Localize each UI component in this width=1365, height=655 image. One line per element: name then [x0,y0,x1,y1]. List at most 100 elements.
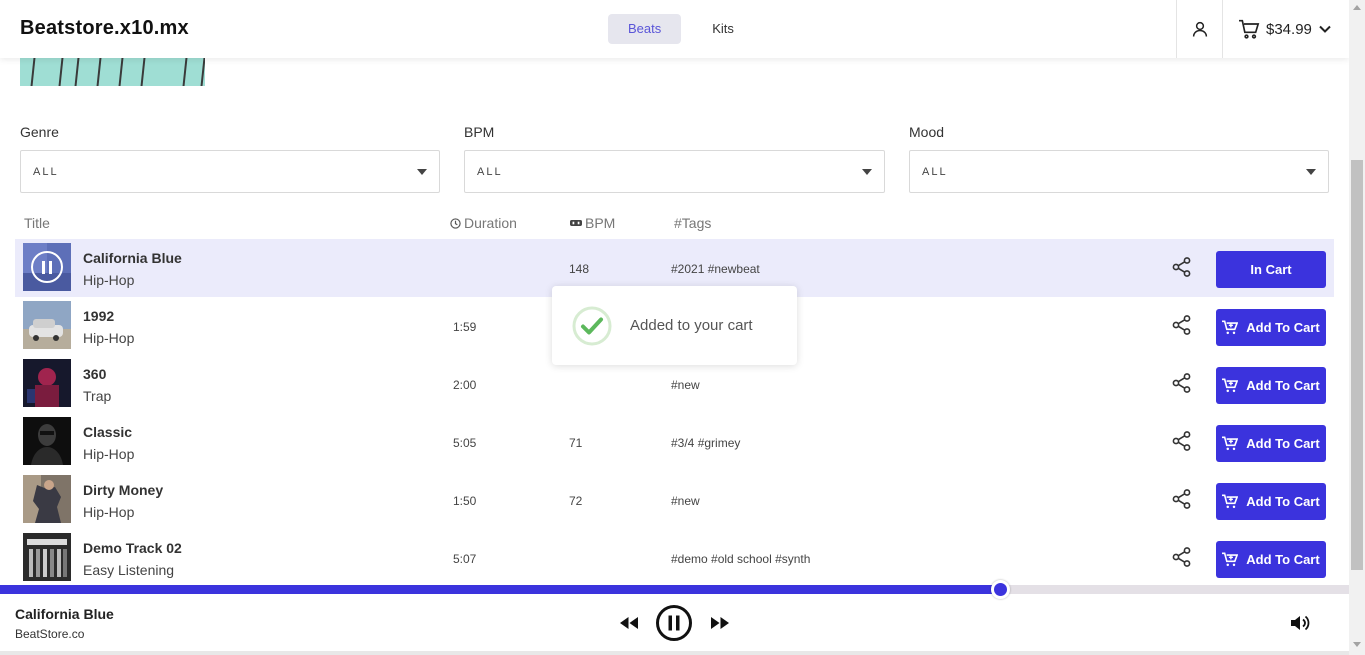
bpm-select-value: ALL [477,165,503,178]
scroll-down-icon[interactable] [1353,642,1361,647]
share-icon[interactable] [1171,488,1193,510]
metronome-icon [570,220,582,226]
user-icon [1192,21,1208,37]
page-scrollbar[interactable] [1349,0,1365,655]
track-artwork[interactable] [23,359,71,407]
track-genre: Hip-Hop [83,446,135,462]
share-icon[interactable] [1171,372,1193,394]
track-title[interactable]: Classic [83,424,132,440]
add-to-cart-label: Add To Cart [1246,552,1320,567]
track-tags[interactable]: #3/4 #grimey [671,436,740,450]
track-title[interactable]: California Blue [83,250,182,266]
track-duration: 5:07 [453,552,477,566]
track-bpm: 72 [569,494,583,508]
bpm-select[interactable]: ALL [464,150,885,193]
volume-icon[interactable] [1288,612,1310,634]
track-title[interactable]: 360 [83,366,106,382]
cart-plus-icon [1222,378,1239,393]
cart-plus-icon [1222,552,1239,567]
add-to-cart-button[interactable]: Add To Cart [1216,541,1326,578]
track-artwork[interactable] [23,475,71,523]
fast-forward-icon[interactable] [709,612,731,634]
tab-beats[interactable]: Beats [608,14,682,44]
header-divider [1222,0,1223,58]
caret-down-icon [1306,168,1316,175]
track-genre: Trap [83,388,112,404]
cart-button[interactable]: $34.99 [1238,0,1332,58]
track-title[interactable]: Demo Track 02 [83,540,182,556]
genre-filter: Genre ALL [20,124,440,193]
track-artwork[interactable] [23,417,71,465]
track-genre: Hip-Hop [83,504,135,520]
clock-icon [450,217,461,229]
bpm-filter: BPM ALL [464,124,885,193]
column-header-tags: #Tags [674,215,712,231]
scrollbar-thumb[interactable] [1351,160,1363,570]
share-icon[interactable] [1171,546,1193,568]
scroll-up-icon[interactable] [1353,5,1361,10]
mood-select-value: ALL [922,165,948,178]
success-check-icon [572,306,612,345]
mood-select[interactable]: ALL [909,150,1329,193]
playback-scrubber-handle[interactable] [990,580,1010,599]
table-row[interactable]: Demo Track 02 Easy Listening 5:07 #demo … [15,529,1334,587]
pause-icon[interactable] [655,604,693,642]
mood-filter: Mood ALL [909,124,1329,193]
now-playing-artist: BeatStore.co [15,627,85,641]
column-header-duration: Duration [450,215,517,231]
column-header-bpm: BPM [570,215,615,231]
add-to-cart-button[interactable]: Add To Cart [1216,367,1326,404]
genre-filter-label: Genre [20,124,59,140]
add-to-cart-label: Add To Cart [1246,436,1320,451]
column-header-bpm-label: BPM [585,215,616,231]
cart-plus-icon [1222,320,1239,335]
mood-filter-label: Mood [909,124,945,140]
top-header: Beatstore.x10.mx Beats Kits $34.99 [0,0,1349,58]
track-genre: Hip-Hop [83,272,135,288]
add-to-cart-button[interactable]: Add To Cart [1216,425,1326,462]
track-tags[interactable]: #2021 #newbeat [671,262,760,276]
table-row[interactable]: Dirty Money Hip-Hop 1:50 72 #new Add To … [15,471,1334,529]
track-artwork[interactable] [23,533,71,581]
track-artwork[interactable] [23,301,71,349]
genre-select[interactable]: ALL [20,150,440,193]
pause-button[interactable] [23,243,71,291]
track-tags[interactable]: #new [671,378,700,392]
track-tags[interactable]: #demo #old school #synth [671,552,810,566]
account-button[interactable] [1178,0,1222,58]
in-cart-button[interactable]: In Cart [1216,251,1326,288]
track-genre: Easy Listening [83,562,175,578]
cart-plus-icon [1222,494,1239,509]
playback-progress-fill [0,585,1000,594]
share-icon[interactable] [1171,256,1193,278]
app-viewport: Beatstore.x10.mx Beats Kits $34.99 Genre… [0,0,1365,655]
brand-title[interactable]: Beatstore.x10.mx [20,17,189,40]
cart-plus-icon [1222,436,1239,451]
add-to-cart-button[interactable]: Add To Cart [1216,309,1326,346]
add-to-cart-label: Add To Cart [1246,378,1320,393]
track-duration: 2:00 [453,378,477,392]
caret-down-icon [862,168,872,175]
tab-kits[interactable]: Kits [692,14,754,44]
rewind-icon[interactable] [618,612,640,634]
table-row[interactable]: Classic Hip-Hop 5:05 71 #3/4 #grimey Add… [15,413,1334,471]
genre-select-value: ALL [33,165,59,178]
header-divider [1176,0,1177,58]
add-to-cart-button[interactable]: Add To Cart [1216,483,1326,520]
cart-total: $34.99 [1266,20,1312,38]
now-playing-title[interactable]: California Blue [15,606,114,622]
share-icon[interactable] [1171,430,1193,452]
caret-down-icon [417,168,427,175]
playback-progress-bar[interactable] [0,580,1349,599]
share-icon[interactable] [1171,314,1193,336]
in-cart-button-label: In Cart [1250,262,1292,277]
banner-image [20,58,205,86]
track-title[interactable]: 1992 [83,308,114,324]
track-duration: 1:50 [453,494,477,508]
add-to-cart-label: Add To Cart [1246,494,1320,509]
window-bottom-edge [0,651,1349,655]
track-title[interactable]: Dirty Money [83,482,163,498]
track-tags[interactable]: #new [671,494,700,508]
toast-message: Added to your cart [630,317,753,334]
track-duration: 1:59 [453,320,477,334]
